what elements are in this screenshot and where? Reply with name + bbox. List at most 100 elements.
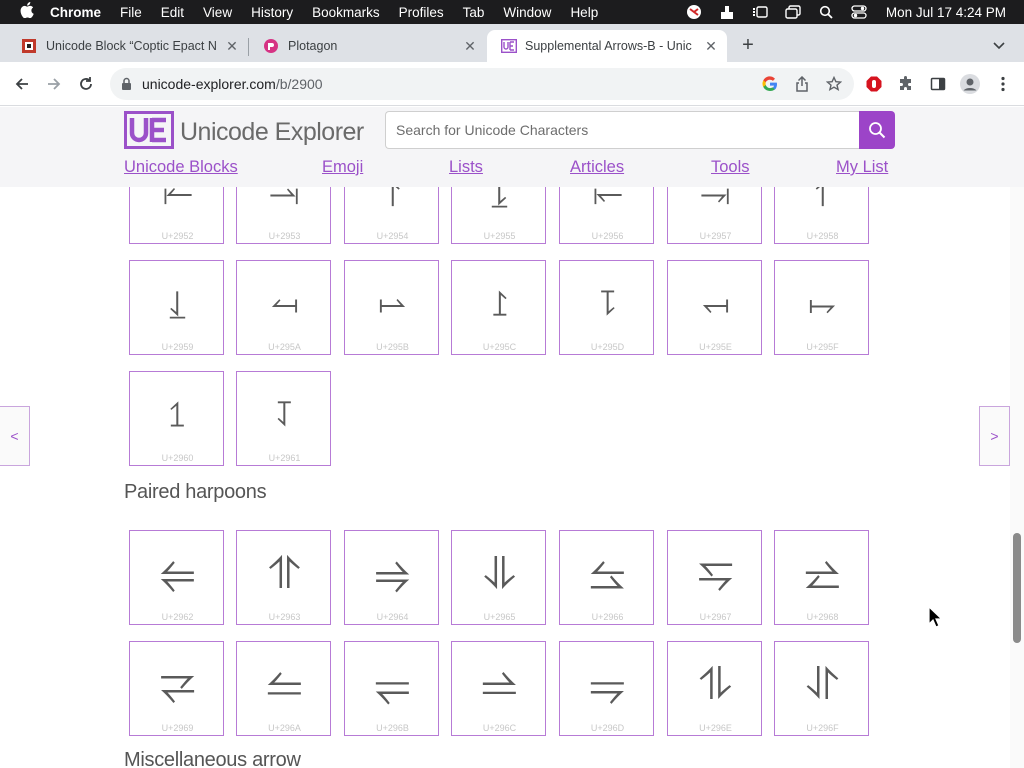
- character-codepoint: U+2953: [268, 231, 301, 241]
- character-glyph: ⥠: [169, 394, 186, 435]
- search-button[interactable]: [859, 111, 895, 149]
- next-block-button[interactable]: >: [979, 406, 1010, 466]
- menubar-clock[interactable]: Mon Jul 17 4:24 PM: [886, 5, 1006, 20]
- character-cell[interactable]: ⥤ U+2964: [344, 530, 439, 625]
- extensions-puzzle-icon[interactable]: [896, 74, 916, 94]
- character-cell[interactable]: ⥓ U+2953: [236, 187, 331, 244]
- search-icon: [869, 122, 886, 139]
- window-icon[interactable]: [785, 5, 801, 19]
- menu-profiles[interactable]: Profiles: [399, 5, 444, 20]
- menu-view[interactable]: View: [203, 5, 232, 20]
- character-cell[interactable]: ⥖ U+2956: [559, 187, 654, 244]
- close-tab-icon[interactable]: ✕: [462, 38, 478, 54]
- character-codepoint: U+295F: [806, 342, 839, 352]
- adblock-extension-icon[interactable]: [864, 74, 884, 94]
- character-glyph: ⥤: [374, 548, 411, 599]
- character-cell[interactable]: ⥞ U+295E: [667, 260, 762, 355]
- character-cell[interactable]: ⥭ U+296D: [559, 641, 654, 736]
- chrome-menu-kebab-icon[interactable]: [993, 74, 1013, 94]
- character-cell[interactable]: ⥘ U+2958: [774, 187, 869, 244]
- prev-block-button[interactable]: <: [0, 406, 30, 466]
- character-glyph: ⥢: [159, 548, 196, 599]
- address-bar[interactable]: unicode-explorer.com/b/2900: [110, 68, 854, 100]
- back-arrow-icon[interactable]: [12, 74, 32, 94]
- new-tab-button[interactable]: +: [738, 35, 758, 56]
- menu-history[interactable]: History: [251, 5, 293, 20]
- character-cell[interactable]: ⥚ U+295A: [236, 260, 331, 355]
- extension-menubar-icon[interactable]: [719, 5, 735, 19]
- page-scrollbar[interactable]: [1010, 187, 1024, 768]
- character-cell[interactable]: ⥜ U+295C: [451, 260, 546, 355]
- character-cell[interactable]: ⥡ U+2961: [236, 371, 331, 466]
- character-cell[interactable]: ⥢ U+2962: [129, 530, 224, 625]
- menu-bookmarks[interactable]: Bookmarks: [312, 5, 380, 20]
- character-glyph: ⥩: [159, 659, 196, 710]
- share-icon[interactable]: [794, 76, 810, 92]
- logo-text[interactable]: Unicode Explorer: [180, 118, 364, 147]
- character-cell[interactable]: ⥨ U+2968: [774, 530, 869, 625]
- character-codepoint: U+295E: [699, 342, 732, 352]
- character-cell[interactable]: ⥯ U+296F: [774, 641, 869, 736]
- character-cell[interactable]: ⥩ U+2969: [129, 641, 224, 736]
- character-glyph: ⥕: [491, 187, 508, 213]
- character-cell[interactable]: ⥣ U+2963: [236, 530, 331, 625]
- spotlight-search-icon[interactable]: [818, 5, 834, 19]
- tab-supplemental-arrows-b[interactable]: Supplemental Arrows-B - Unic ✕: [487, 30, 727, 62]
- apple-icon[interactable]: [18, 2, 36, 22]
- site-header: Unicode Explorer Unicode Blocks Emoji Li…: [0, 107, 1024, 187]
- menu-help[interactable]: Help: [570, 5, 598, 20]
- tab-plotagon[interactable]: Plotagon ✕: [250, 30, 486, 62]
- character-codepoint: U+2958: [806, 231, 839, 241]
- character-cell[interactable]: ⥒ U+2952: [129, 187, 224, 244]
- nav-emoji[interactable]: Emoji: [322, 158, 363, 177]
- nav-tools[interactable]: Tools: [711, 158, 750, 177]
- unicode-search-input[interactable]: [385, 111, 860, 149]
- character-codepoint: U+2962: [161, 612, 194, 622]
- scrollbar-thumb[interactable]: [1013, 533, 1021, 643]
- character-cell[interactable]: ⥛ U+295B: [344, 260, 439, 355]
- url-text[interactable]: unicode-explorer.com/b/2900: [142, 76, 323, 92]
- close-tab-icon[interactable]: ✕: [224, 38, 240, 54]
- character-cell[interactable]: ⥗ U+2957: [667, 187, 762, 244]
- character-codepoint: U+2967: [699, 612, 732, 622]
- character-cell[interactable]: ⥝ U+295D: [559, 260, 654, 355]
- nav-lists[interactable]: Lists: [449, 158, 483, 177]
- character-cell[interactable]: ⥬ U+296C: [451, 641, 546, 736]
- character-cell[interactable]: ⥕ U+2955: [451, 187, 546, 244]
- menu-tab[interactable]: Tab: [463, 5, 485, 20]
- character-cell[interactable]: ⥪ U+296A: [236, 641, 331, 736]
- menu-edit[interactable]: Edit: [161, 5, 184, 20]
- menu-window[interactable]: Window: [503, 5, 551, 20]
- tab-separator: [248, 38, 249, 56]
- character-cell[interactable]: ⥟ U+295F: [774, 260, 869, 355]
- menubar-app-name[interactable]: Chrome: [50, 5, 101, 20]
- lock-icon[interactable]: [121, 77, 132, 96]
- profile-avatar-icon[interactable]: [960, 74, 980, 94]
- side-panel-icon[interactable]: [928, 74, 948, 94]
- unicode-block-favicon: [22, 39, 36, 53]
- menu-file[interactable]: File: [120, 5, 142, 20]
- nav-articles[interactable]: Articles: [570, 158, 624, 177]
- character-codepoint: U+295A: [268, 342, 301, 352]
- forward-arrow-icon[interactable]: [44, 74, 64, 94]
- screen-recorder-icon[interactable]: [686, 5, 702, 19]
- character-cell[interactable]: ⥠ U+2960: [129, 371, 224, 466]
- google-icon[interactable]: [762, 76, 778, 92]
- character-cell[interactable]: ⥧ U+2967: [667, 530, 762, 625]
- close-tab-icon[interactable]: ✕: [703, 38, 719, 54]
- character-cell[interactable]: ⥦ U+2966: [559, 530, 654, 625]
- control-center-icon[interactable]: [851, 5, 867, 19]
- reload-icon[interactable]: [76, 74, 96, 94]
- nav-unicode-blocks[interactable]: Unicode Blocks: [124, 158, 238, 177]
- nav-my-list[interactable]: My List: [836, 158, 888, 177]
- character-cell[interactable]: ⥙ U+2959: [129, 260, 224, 355]
- stage-manager-icon[interactable]: [752, 5, 768, 19]
- tab-unicode-block[interactable]: Unicode Block “Coptic Epact N ✕: [8, 30, 248, 62]
- tab-search-chevron-icon[interactable]: [992, 38, 1010, 54]
- character-cell[interactable]: ⥥ U+2965: [451, 530, 546, 625]
- character-cell[interactable]: ⥫ U+296B: [344, 641, 439, 736]
- character-cell[interactable]: ⥮ U+296E: [667, 641, 762, 736]
- bookmark-star-icon[interactable]: [826, 76, 842, 92]
- character-cell[interactable]: ⥔ U+2954: [344, 187, 439, 244]
- unicode-explorer-logo[interactable]: [124, 111, 174, 149]
